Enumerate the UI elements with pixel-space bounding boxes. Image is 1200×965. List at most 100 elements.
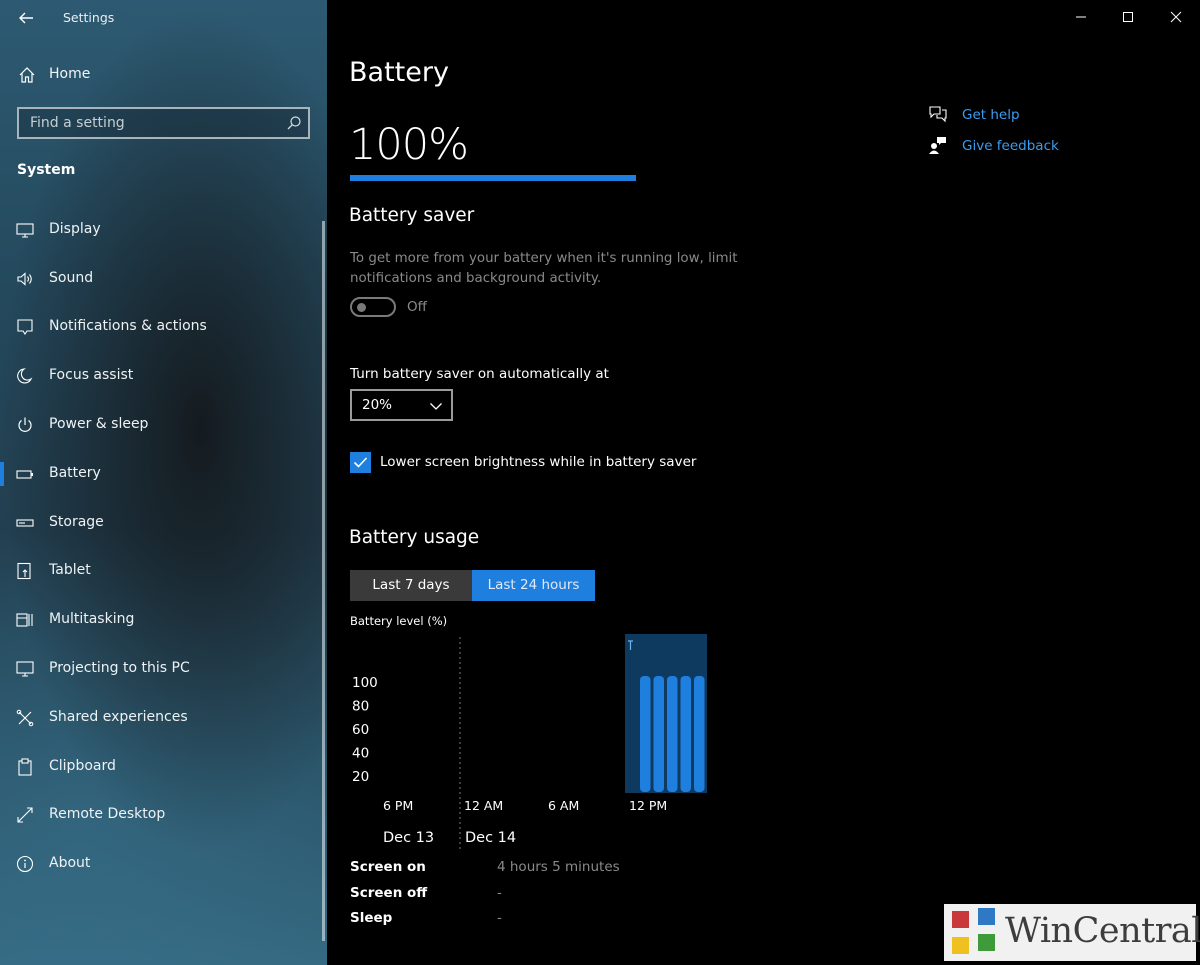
toggle-knob <box>357 303 366 312</box>
lower-brightness-checkbox[interactable] <box>350 452 371 473</box>
auto-battery-saver-dropdown[interactable]: 20% <box>350 389 453 421</box>
get-help-icon <box>929 106 947 123</box>
close-icon <box>1170 11 1182 23</box>
sidebar-item-label: Focus assist <box>49 367 134 383</box>
battery-usage-heading: Battery usage <box>349 527 480 548</box>
minimize-button[interactable] <box>1058 0 1104 34</box>
sidebar-section-title: System <box>17 162 76 178</box>
sidebar-item-about[interactable]: About <box>0 844 322 884</box>
sidebar-item-label: Tablet <box>49 562 91 578</box>
home-nav-item[interactable]: Home <box>0 58 327 92</box>
chevron-down-icon <box>430 403 442 410</box>
y-tick-label: 40 <box>352 746 369 762</box>
battery-level-bar <box>667 676 678 792</box>
checkmark-icon <box>353 457 368 468</box>
sidebar-item-shared-experiences[interactable]: Shared experiences <box>0 698 322 738</box>
battery-saver-toggle[interactable] <box>350 297 396 317</box>
sidebar-titlebar: Settings <box>0 0 327 36</box>
sidebar-item-label: Power & sleep <box>49 416 149 432</box>
stat-value-sleep: - <box>497 910 502 926</box>
sidebar-item-label: Projecting to this PC <box>49 660 190 676</box>
selection-indicator <box>0 462 4 486</box>
close-button[interactable] <box>1153 0 1199 34</box>
sidebar-item-tablet[interactable]: Tablet <box>0 551 322 591</box>
charging-plug-icon <box>628 640 633 650</box>
battery-level-bar <box>640 676 651 792</box>
shared-experiences-icon <box>16 709 34 727</box>
logo-square-red <box>952 911 969 928</box>
tab-last-24-hours[interactable]: Last 24 hours <box>472 570 595 601</box>
sidebar-item-storage[interactable]: Storage <box>0 503 322 543</box>
watermark-text: WinCentral <box>1005 911 1200 951</box>
home-icon <box>19 67 35 83</box>
y-tick-label: 60 <box>352 722 369 738</box>
sidebar-item-power-sleep[interactable]: Power & sleep <box>0 405 322 445</box>
back-arrow-icon <box>19 12 33 24</box>
sidebar-item-label: Display <box>49 221 101 237</box>
battery-saver-description: To get more from your battery when it's … <box>350 251 738 286</box>
speaker-icon <box>17 272 32 286</box>
chart-caption: Battery level (%) <box>350 614 448 628</box>
moon-icon <box>17 368 33 384</box>
sidebar-item-label: Remote Desktop <box>49 806 166 822</box>
battery-page: Battery 100% Battery saver To get more f… <box>327 0 1200 965</box>
logo-square-yellow <box>952 937 969 954</box>
sidebar-item-sound[interactable]: Sound <box>0 259 322 299</box>
sidebar-item-label: Shared experiences <box>49 709 188 725</box>
search-box[interactable] <box>17 107 310 139</box>
minimize-icon <box>1076 16 1086 18</box>
y-tick-label: 80 <box>352 699 369 715</box>
battery-level-bar <box>680 676 691 792</box>
wincentral-watermark: WinCentral <box>944 904 1200 961</box>
maximize-button[interactable] <box>1105 0 1151 34</box>
sidebar-item-label: Notifications & actions <box>49 318 207 334</box>
power-icon <box>18 417 32 432</box>
back-button[interactable] <box>14 6 38 30</box>
logo-square-blue <box>978 908 995 925</box>
battery-saver-toggle-state: Off <box>407 299 427 315</box>
multitasking-icon <box>16 613 33 627</box>
maximize-icon <box>1123 12 1133 22</box>
get-help-label: Get help <box>962 107 1020 123</box>
sidebar-item-focus-assist[interactable]: Focus assist <box>0 356 322 396</box>
x-tick-label: 6 AM <box>548 798 579 813</box>
sidebar-item-label: Sound <box>49 270 94 286</box>
stat-label-sleep: Sleep <box>350 910 393 926</box>
tab-last-7-days[interactable]: Last 7 days <box>350 570 472 601</box>
sidebar-item-battery[interactable]: Battery <box>0 454 322 494</box>
sidebar-item-clipboard[interactable]: Clipboard <box>0 747 322 787</box>
page-title: Battery <box>349 57 449 88</box>
sidebar-item-label: Storage <box>49 514 104 530</box>
sidebar-item-multitasking[interactable]: Multitasking <box>0 600 322 640</box>
app-title: Settings <box>63 10 115 25</box>
date-label: Dec 14 <box>465 830 516 846</box>
dropdown-value: 20% <box>362 397 393 413</box>
info-icon <box>16 855 34 873</box>
stat-value-screen-on: 4 hours 5 minutes <box>497 859 620 875</box>
sidebar-item-remote-desktop[interactable]: Remote Desktop <box>0 795 322 835</box>
y-tick-label: 100 <box>352 675 378 691</box>
stat-label-screen-on: Screen on <box>350 859 426 875</box>
search-icon[interactable] <box>286 115 302 131</box>
sidebar-item-notifications[interactable]: Notifications & actions <box>0 307 322 347</box>
battery-percentage: 100% <box>349 120 469 170</box>
battery-level-fill <box>350 175 636 181</box>
search-input[interactable] <box>19 109 279 137</box>
sidebar-item-projecting[interactable]: Projecting to this PC <box>0 649 322 689</box>
x-tick-label: 6 PM <box>383 798 413 813</box>
y-tick-label: 20 <box>352 769 369 785</box>
sidebar-item-display[interactable]: Display <box>0 210 322 250</box>
date-label: Dec 13 <box>383 830 434 846</box>
clipboard-icon <box>18 758 32 776</box>
remote-desktop-icon <box>17 807 33 823</box>
give-feedback-label: Give feedback <box>962 138 1059 154</box>
battery-level-bar <box>653 676 664 792</box>
sidebar-scrollbar[interactable] <box>322 221 325 941</box>
auto-battery-saver-label: Turn battery saver on automatically at <box>350 366 609 382</box>
feedback-icon <box>929 137 946 154</box>
sidebar-item-label: Multitasking <box>49 611 135 627</box>
sidebar-item-label: Battery <box>49 465 101 481</box>
sidebar-item-label: About <box>49 855 91 871</box>
stat-label-screen-off: Screen off <box>350 885 428 901</box>
tablet-icon <box>17 562 31 580</box>
